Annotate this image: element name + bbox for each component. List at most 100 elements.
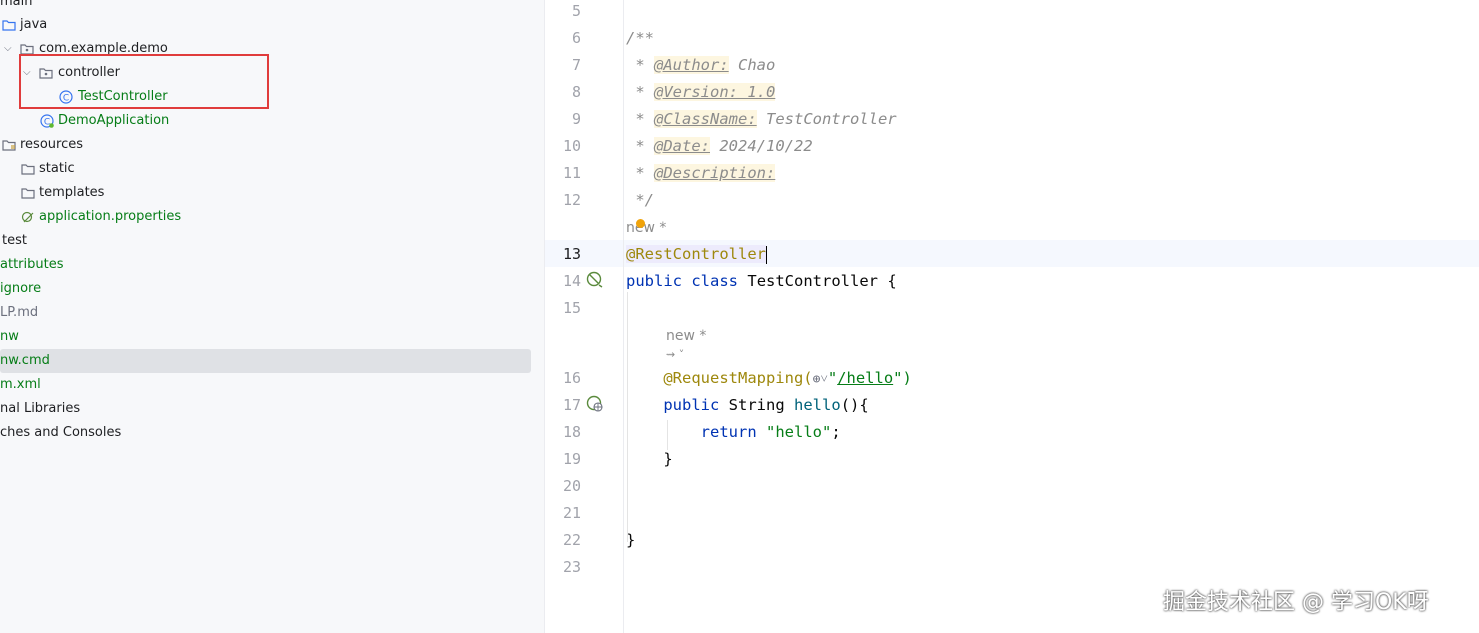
semicolon: ; (831, 423, 841, 441)
line-number: 18 (562, 423, 581, 441)
tree-item-label: attributes (0, 257, 64, 272)
return-type: String (728, 396, 785, 414)
line-number: 22 (562, 531, 581, 549)
code-line-13[interactable]: @RestController (626, 241, 768, 268)
inlay-hint-method-new[interactable]: new * (666, 326, 706, 346)
doc-tag-version: @Version: 1.0 (654, 83, 776, 101)
tree-item-label: static (39, 161, 75, 176)
doc-comment-close: */ (626, 191, 654, 209)
bulb-icon[interactable] (636, 219, 645, 228)
tree-item-label: m.xml (0, 377, 41, 392)
tree-item-help-md[interactable]: LP.md (0, 301, 520, 325)
class-declaration: TestController { (747, 272, 897, 290)
tree-item-gitattributes[interactable]: attributes (0, 253, 520, 277)
line-number: 5 (571, 2, 581, 20)
tree-item-label: java (20, 17, 48, 32)
code-line-19[interactable]: } (626, 446, 673, 473)
annotation-restcontroller: @RestController (626, 245, 766, 263)
tree-item-templates[interactable]: templates (0, 181, 520, 205)
text-caret (765, 245, 768, 264)
doc-tag-author: @Author: (654, 56, 729, 74)
project-tree-panel: main java ⌵ com.example.demo ⌵ controlle… (0, 0, 544, 633)
line-number-current: 13 (562, 245, 581, 263)
doc-comment-open: /** (626, 29, 654, 47)
indent-guide (667, 420, 668, 450)
line-number: 9 (571, 110, 581, 128)
red-highlight-box (19, 54, 269, 109)
doc-tag-description: @Description: (654, 164, 776, 182)
doc-tag-date: @Date: (654, 137, 710, 155)
tree-item-label: resources (20, 137, 84, 152)
tree-item-label: test (2, 233, 27, 248)
folder-icon (21, 164, 35, 175)
doc-star: * (626, 164, 654, 182)
tree-item-mvnw[interactable]: nw (0, 325, 520, 349)
tree-item-scratches-and-consoles[interactable]: ches and Consoles (0, 421, 520, 445)
line-number: 17 (562, 396, 581, 414)
code-line-9[interactable]: * @ClassName: TestController (626, 106, 897, 133)
code-line-12[interactable]: */ (626, 187, 654, 214)
method-params: (){ (840, 396, 869, 414)
tree-item-label: nw (0, 329, 19, 344)
resources-folder-icon (2, 140, 16, 151)
ai-assist-icon[interactable]: ⇝ ˅ (666, 345, 684, 365)
doc-value-date: 2024/10/22 (710, 137, 813, 155)
line-number: 16 (562, 369, 581, 387)
line-number: 6 (571, 29, 581, 47)
line-number: 14 (562, 272, 581, 290)
code-line-14[interactable]: public class TestController { (626, 268, 897, 295)
code-line-11[interactable]: * @Description: (626, 160, 776, 187)
request-path-link[interactable]: /hello (837, 369, 893, 387)
tree-item-label: nw.cmd (0, 353, 50, 368)
inlay-hint-author-new[interactable]: new * (626, 218, 666, 238)
chevron-down-icon[interactable]: ⌵ (4, 37, 12, 61)
line-number: 8 (571, 83, 581, 101)
code-line-17[interactable]: public String hello(){ (626, 392, 869, 419)
tree-item-test[interactable]: test (0, 229, 520, 253)
line-number: 15 (562, 299, 581, 317)
tree-item-mvnw-cmd[interactable]: nw.cmd (0, 349, 520, 373)
globe-icon[interactable]: ⊕˅ (813, 372, 828, 387)
line-number: 20 (562, 477, 581, 495)
code-line-10[interactable]: * @Date: 2024/10/22 (626, 133, 813, 160)
tree-item-demoapplication[interactable]: C DemoApplication (0, 109, 520, 133)
tree-item-pom-xml[interactable]: m.xml (0, 373, 520, 397)
code-line-16[interactable]: @RequestMapping(⊕˅"/hello") (626, 365, 912, 392)
bean-no-mapping-icon[interactable] (586, 271, 604, 289)
code-line-18[interactable]: return "hello"; (626, 419, 841, 446)
return-string: "hello" (766, 423, 832, 441)
tree-item-gitignore[interactable]: ignore (0, 277, 520, 301)
doc-value-author: Chao (728, 56, 776, 74)
indent-guide (627, 292, 628, 542)
tree-item-label: main (0, 0, 33, 9)
code-line-6[interactable]: /** (626, 25, 654, 52)
line-number: 7 (571, 56, 581, 74)
keyword-public: public (663, 396, 720, 414)
code-line-7[interactable]: * @Author: Chao (626, 52, 775, 79)
tree-item-static[interactable]: static (0, 157, 520, 181)
tree-item-main[interactable]: main (0, 0, 520, 14)
doc-star: * (626, 137, 654, 155)
doc-tag-classname: @ClassName: (654, 110, 757, 128)
tree-item-label: templates (39, 185, 105, 200)
line-number: 19 (562, 450, 581, 468)
string-quote-close: ") (893, 369, 912, 387)
tree-item-application-properties[interactable]: application.properties (0, 205, 520, 229)
tree-item-label: nal Libraries (0, 401, 81, 416)
spring-boot-class-icon: C (40, 114, 54, 128)
folder-icon (21, 188, 35, 199)
tree-item-external-libraries[interactable]: nal Libraries (0, 397, 520, 421)
tree-item-java[interactable]: java (0, 13, 520, 37)
gutter-divider (623, 0, 624, 633)
close-brace: } (663, 450, 673, 468)
doc-star: * (626, 56, 654, 74)
watermark: 掘金技术社区 @ 学习OK呀 (1163, 590, 1429, 615)
doc-star: * (626, 83, 654, 101)
keyword-public: public (626, 272, 682, 290)
line-number: 10 (562, 137, 581, 155)
endpoint-globe-icon[interactable] (586, 395, 604, 413)
tree-item-resources[interactable]: resources (0, 133, 520, 157)
code-line-8[interactable]: * @Version: 1.0 (626, 79, 776, 106)
tree-item-label: application.properties (39, 209, 182, 224)
folder-icon (2, 20, 16, 31)
